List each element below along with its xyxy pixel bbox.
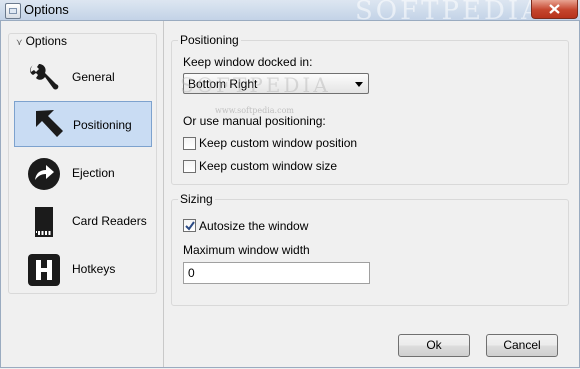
custom-position-label[interactable]: Keep custom window position bbox=[199, 136, 357, 150]
max-width-label: Maximum window width bbox=[183, 243, 310, 257]
checkmark-icon bbox=[185, 221, 195, 231]
custom-size-checkbox[interactable] bbox=[183, 160, 196, 173]
sidebar-item-general[interactable]: General bbox=[14, 54, 152, 100]
autosize-checkbox[interactable] bbox=[183, 219, 196, 232]
custom-size-label[interactable]: Keep custom window size bbox=[199, 159, 337, 173]
navigation-header[interactable]: ⋎ Options bbox=[16, 34, 67, 48]
chevron-up-icon: ⋎ bbox=[16, 37, 23, 47]
custom-position-checkbox[interactable] bbox=[183, 137, 196, 150]
eject-arrow-icon bbox=[28, 158, 60, 190]
wrench-icon bbox=[30, 64, 59, 90]
max-width-input[interactable] bbox=[184, 263, 362, 283]
autosize-label[interactable]: Autosize the window bbox=[199, 219, 308, 233]
sidebar-item-positioning[interactable]: Positioning bbox=[14, 101, 152, 147]
ok-button[interactable]: Ok bbox=[398, 334, 470, 357]
title-bar: Options SOFTPEDIA bbox=[0, 0, 580, 26]
sidebar-item-card-readers[interactable]: Card Readers bbox=[14, 198, 152, 244]
dock-label: Keep window docked in: bbox=[183, 55, 313, 69]
arrow-up-left-icon bbox=[36, 110, 63, 137]
sidebar-item-hotkeys[interactable]: Hotkeys bbox=[14, 246, 152, 292]
chevron-down-icon bbox=[355, 82, 363, 87]
sizing-group-title: Sizing bbox=[178, 192, 215, 206]
sidebar-item-ejection[interactable]: Ejection bbox=[14, 150, 152, 196]
positioning-group-title: Positioning bbox=[178, 33, 241, 47]
softpedia-watermark-center: SOFTPEDIA bbox=[180, 73, 331, 97]
close-button[interactable] bbox=[531, 0, 578, 19]
app-icon bbox=[5, 3, 21, 19]
cancel-button[interactable]: Cancel bbox=[486, 334, 558, 357]
max-width-input-box bbox=[183, 262, 370, 284]
window-title: Options bbox=[24, 2, 69, 17]
close-icon bbox=[549, 4, 560, 14]
manual-positioning-label: Or use manual positioning: bbox=[183, 114, 326, 128]
hotkey-h-icon bbox=[28, 254, 60, 286]
sd-card-icon bbox=[35, 207, 53, 237]
